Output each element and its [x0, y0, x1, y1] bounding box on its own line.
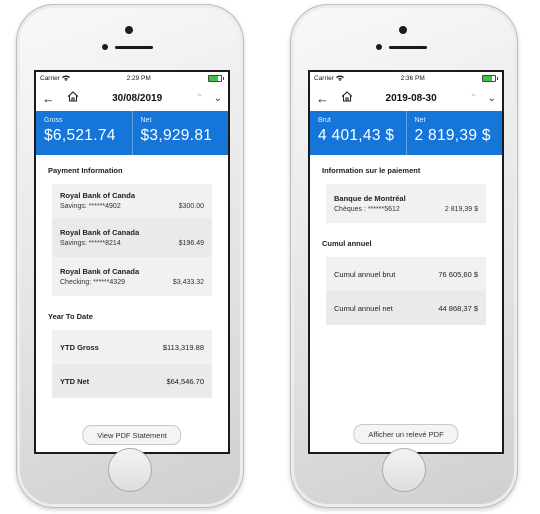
carrier-label: Carrier [40, 75, 60, 82]
navigation-bar: ← 30/08/2019 ⌃ ⌄ [36, 85, 228, 111]
ytd-value: $64,546.70 [166, 376, 204, 386]
carrier-label: Carrier [314, 75, 334, 82]
ytd-title: Year To Date [48, 312, 93, 321]
phone-frame-right: Carrier 2:36 PM ← 2019-08-30 ⌃ ⌄ Brut 4 … [290, 4, 518, 508]
net-label: Net [140, 117, 152, 124]
payment-amount: $3,433.32 [172, 279, 204, 286]
ytd-title: Cumul annuel [322, 239, 372, 248]
payment-card[interactable]: Banque de Montréal Chèques : ******5612 2… [326, 184, 486, 223]
front-sensor [125, 26, 133, 34]
bank-name: Royal Bank of Canada [60, 267, 140, 276]
pay-date: 2019-08-30 [385, 92, 437, 104]
front-camera [376, 44, 382, 50]
payment-amount: 2 819,39 $ [444, 206, 478, 213]
payment-amount: $196.49 [178, 240, 204, 247]
net-label: Net [414, 117, 426, 124]
payment-info-title: Payment Information [48, 166, 123, 175]
payment-amount: $300.00 [178, 203, 204, 210]
gross-cell: Brut 4 401,43 $ [310, 111, 406, 155]
ytd-row: YTD Gross $113,319.88 [52, 330, 212, 364]
gross-label: Gross [44, 117, 63, 124]
phone-frame-left: Carrier 2:29 PM ← 30/08/2019 ⌃ ⌄ Gross $… [16, 4, 244, 508]
battery-icon [481, 75, 498, 82]
bank-name: Royal Bank of Canda [60, 191, 136, 200]
pay-date: 30/08/2019 [112, 92, 163, 104]
ytd-label: Cumul annuel brut [334, 269, 396, 279]
net-cell: Net $3,929.81 [131, 111, 229, 155]
back-arrow-icon[interactable]: ← [42, 91, 55, 106]
ytd-row: Cumul annuel net 44 868,37 $ [326, 291, 486, 325]
status-time: 2:29 PM [126, 75, 151, 82]
ytd-label: YTD Gross [60, 342, 99, 352]
screen-right: Carrier 2:36 PM ← 2019-08-30 ⌃ ⌄ Brut 4 … [308, 70, 504, 454]
bank-name: Banque de Montréal [334, 194, 406, 203]
account-number: Checking: ******4329 [60, 279, 125, 286]
ytd-label: Cumul annuel net [334, 303, 393, 313]
back-arrow-icon[interactable]: ← [316, 91, 329, 106]
home-button[interactable] [382, 448, 426, 492]
home-button[interactable] [108, 448, 152, 492]
pay-summary: Gross $6,521.74 Net $3,929.81 [36, 111, 228, 155]
ytd-row: Cumul annuel brut 76 605,60 $ [326, 257, 486, 291]
payment-card[interactable]: Royal Bank of Canada Savings: ******8214… [52, 218, 212, 257]
chevron-up-icon[interactable]: ⌃ [195, 93, 203, 104]
pay-summary: Brut 4 401,43 $ Net 2 819,39 $ [310, 111, 502, 155]
gross-label: Brut [318, 117, 331, 124]
payment-card[interactable]: Royal Bank of Canada Checking: ******432… [52, 257, 212, 296]
net-amount: $3,929.81 [140, 127, 213, 144]
front-camera [102, 44, 108, 50]
ytd-value: $113,319.88 [162, 342, 204, 352]
navigation-bar: ← 2019-08-30 ⌃ ⌄ [310, 85, 502, 111]
ytd-label: YTD Net [60, 376, 90, 386]
view-pdf-button[interactable]: Afficher un relevé PDF [353, 424, 459, 444]
front-sensor [399, 26, 407, 34]
account-number: Savings: ******4902 [60, 203, 121, 210]
net-amount: 2 819,39 $ [414, 127, 491, 144]
gross-amount: 4 401,43 $ [318, 127, 395, 144]
chevron-down-icon[interactable]: ⌄ [214, 93, 222, 104]
ytd-value: 76 605,60 $ [438, 269, 478, 279]
account-number: Chèques : ******5612 [334, 206, 400, 213]
earpiece-speaker [389, 46, 427, 49]
home-icon[interactable] [67, 89, 79, 107]
wifi-icon [61, 75, 70, 83]
payment-card[interactable]: Royal Bank of Canda Savings: ******4902 $… [52, 184, 212, 218]
gross-amount: $6,521.74 [44, 127, 116, 144]
chevron-down-icon[interactable]: ⌄ [488, 93, 496, 104]
payment-info-title: Information sur le paiement [322, 166, 421, 175]
status-bar: Carrier 2:36 PM [310, 72, 502, 85]
bank-name: Royal Bank of Canada [60, 228, 140, 237]
gross-cell: Gross $6,521.74 [36, 111, 132, 155]
status-time: 2:36 PM [400, 75, 425, 82]
battery-icon [207, 75, 224, 82]
account-number: Savings: ******8214 [60, 240, 121, 247]
net-cell: Net 2 819,39 $ [405, 111, 503, 155]
ytd-row: YTD Net $64,546.70 [52, 364, 212, 398]
earpiece-speaker [115, 46, 153, 49]
chevron-up-icon[interactable]: ⌃ [469, 93, 477, 104]
ytd-value: 44 868,37 $ [438, 303, 478, 313]
status-bar: Carrier 2:29 PM [36, 72, 228, 85]
screen-left: Carrier 2:29 PM ← 30/08/2019 ⌃ ⌄ Gross $… [34, 70, 230, 454]
view-pdf-button[interactable]: View PDF Statement [82, 425, 182, 445]
home-icon[interactable] [341, 89, 353, 107]
wifi-icon [335, 75, 344, 83]
